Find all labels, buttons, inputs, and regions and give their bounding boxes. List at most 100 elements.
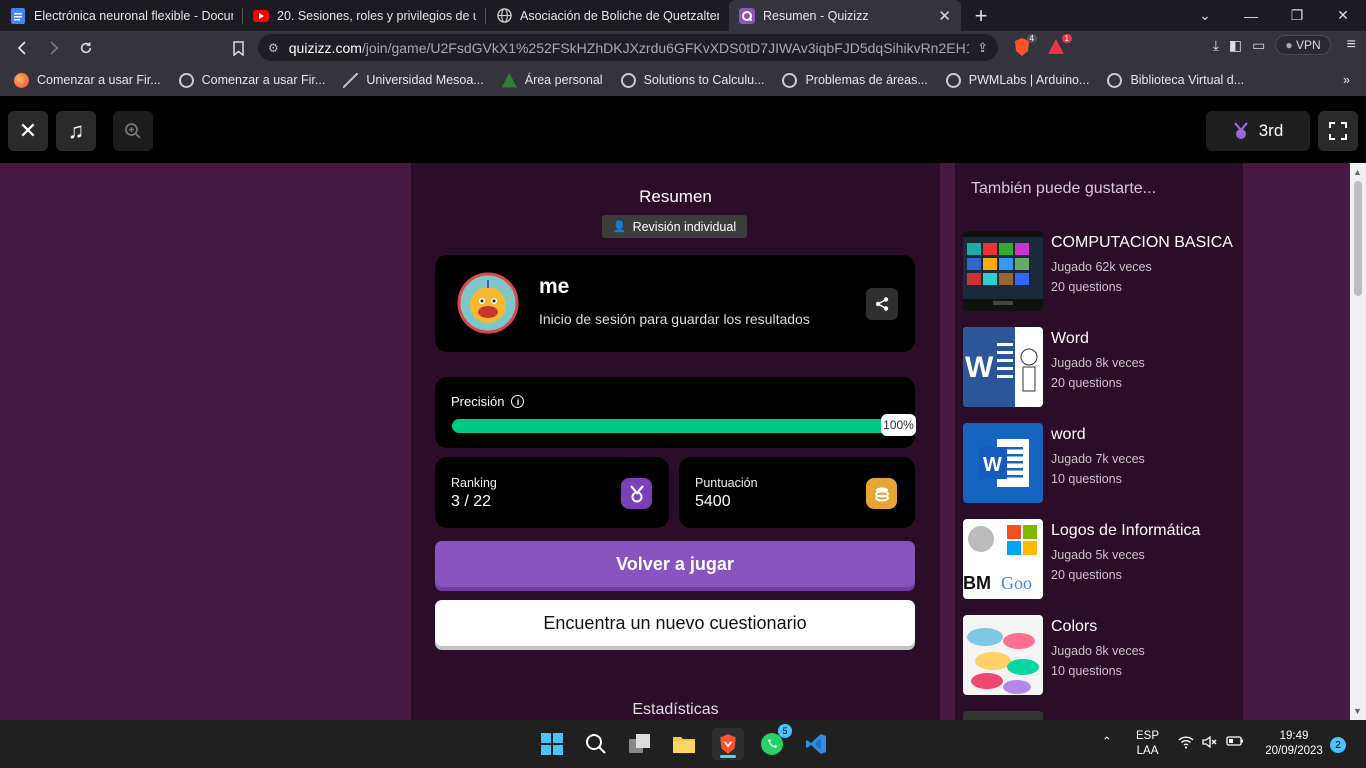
menu-icon[interactable]: ≡ bbox=[1347, 36, 1356, 54]
info-icon[interactable]: i bbox=[511, 395, 525, 408]
back-button[interactable] bbox=[6, 34, 38, 62]
task-view-icon bbox=[629, 734, 650, 753]
coins-icon bbox=[866, 478, 897, 509]
reload-button[interactable] bbox=[70, 34, 102, 62]
quiz-questions: 20 questions bbox=[1051, 376, 1122, 390]
bookmark-item[interactable]: Problemas de áreas... bbox=[782, 72, 928, 88]
recommendation-item[interactable]: BM Goo Logos de Informática Jugado 5k vec… bbox=[963, 519, 1238, 599]
close-tab-icon[interactable]: ✕ bbox=[938, 7, 951, 25]
bookmark-label: Universidad Mesoa... bbox=[366, 73, 484, 87]
bookmark-label: PWMLabs | Arduino... bbox=[968, 73, 1090, 87]
sidebar-icon[interactable]: ◧ bbox=[1229, 37, 1242, 54]
page-scrollbar[interactable]: ▲ ▼ bbox=[1350, 163, 1366, 720]
url-domain: quizizz.com bbox=[288, 39, 362, 56]
notification-badge[interactable]: 2 bbox=[1330, 737, 1346, 753]
bookmark-item[interactable]: Solutions to Calculu... bbox=[620, 72, 764, 88]
maximize-button[interactable]: ❐ bbox=[1274, 0, 1320, 31]
login-prompt[interactable]: Inicio de sesión para guardar los result… bbox=[539, 311, 810, 327]
fullscreen-button[interactable] bbox=[1318, 111, 1358, 151]
recommendation-item[interactable]: W word Jugado 7k veces 10 questions bbox=[963, 423, 1238, 503]
folder-icon bbox=[673, 737, 695, 753]
bookmark-page-button[interactable] bbox=[222, 34, 254, 62]
play-again-button[interactable]: Volver a jugar bbox=[435, 541, 915, 587]
recommendation-item[interactable]: W Word Jugado 8k veces 20 questions bbox=[963, 327, 1238, 407]
bookmark-item[interactable]: Biblioteca Virtual d... bbox=[1107, 72, 1244, 88]
browser-tab[interactable]: 20. Sesiones, roles y privilegios de usu bbox=[243, 0, 486, 31]
recommendation-item-partial[interactable] bbox=[963, 711, 1238, 720]
bookmark-item[interactable]: Comenzar a usar Fir... bbox=[178, 72, 325, 88]
quiz-plays: Jugado 8k veces bbox=[1051, 644, 1145, 658]
music-button[interactable]: ♫ bbox=[56, 111, 96, 151]
browser-tab[interactable]: Electrónica neuronal flexible - Docume bbox=[0, 0, 243, 31]
find-new-quiz-button[interactable]: Encuentra un nuevo cuestionario bbox=[435, 600, 915, 646]
recommendation-item[interactable]: COMPUTACION BASICA Jugado 62k veces 20 q… bbox=[963, 231, 1238, 311]
close-window-button[interactable]: ✕ bbox=[1320, 0, 1366, 31]
bookmark-icon bbox=[232, 40, 244, 56]
brave-taskbar-button[interactable] bbox=[712, 728, 744, 760]
svg-text:W: W bbox=[983, 454, 1002, 476]
bookmark-label: Área personal bbox=[524, 73, 603, 87]
search-button[interactable] bbox=[580, 728, 612, 760]
system-status-group[interactable] bbox=[1178, 735, 1244, 754]
downloads-icon[interactable]: ⤓ bbox=[1213, 37, 1219, 54]
recommendation-item[interactable]: Colors Jugado 8k veces 10 questions bbox=[963, 615, 1238, 695]
quiz-title: Logos de Informática bbox=[1051, 522, 1201, 539]
windows-logo-icon bbox=[541, 733, 563, 755]
rewards-badge: 1 bbox=[1061, 34, 1072, 43]
forward-button[interactable] bbox=[38, 34, 70, 62]
whatsapp-button[interactable]: 5 bbox=[756, 724, 792, 760]
speaker-muted-icon bbox=[1202, 735, 1218, 754]
browser-tab-active[interactable]: Resumen - Quizizz ✕ bbox=[729, 0, 961, 31]
share-url-icon[interactable]: ⇪ bbox=[977, 40, 988, 56]
quiz-thumbnail: W bbox=[963, 423, 1043, 503]
moodle-tree-icon bbox=[501, 72, 517, 88]
active-indicator bbox=[720, 755, 736, 758]
browser-tab[interactable]: Asociación de Boliche de Quetzaltenar bbox=[486, 0, 729, 31]
recommendations-panel: También puede gustarte... COMPUTACION BA… bbox=[955, 163, 1243, 720]
scrollbar-thumb[interactable] bbox=[1354, 181, 1362, 296]
tab-list-icon[interactable]: ⌄ bbox=[1182, 0, 1228, 31]
zoom-button[interactable] bbox=[113, 111, 153, 151]
tab-title: Resumen - Quizizz bbox=[763, 8, 869, 23]
clock[interactable]: 19:49 20/09/2023 bbox=[1258, 729, 1330, 759]
bookmark-item[interactable]: Comenzar a usar Fir... bbox=[14, 72, 161, 88]
vpn-label: VPN bbox=[1295, 38, 1321, 52]
bookmark-label: Problemas de áreas... bbox=[805, 73, 928, 87]
scroll-up-arrow-icon[interactable]: ▲ bbox=[1353, 167, 1362, 177]
scroll-down-arrow-icon[interactable]: ▼ bbox=[1353, 706, 1362, 716]
bookmark-item[interactable]: Universidad Mesoa... bbox=[343, 72, 484, 88]
globe-icon bbox=[496, 8, 512, 24]
statistics-heading: Estadísticas bbox=[632, 701, 719, 718]
file-explorer-button[interactable] bbox=[668, 728, 700, 760]
mode-badge: 👤 Revisión individual bbox=[602, 215, 747, 238]
brave-rewards-icon[interactable]: 1 bbox=[1047, 34, 1072, 56]
site-settings-icon[interactable]: ⚙ bbox=[268, 41, 279, 55]
bookmark-item[interactable]: PWMLabs | Arduino... bbox=[945, 72, 1090, 88]
exit-button[interactable]: ✕ bbox=[8, 111, 48, 151]
tray-overflow-icon[interactable]: ⌃ bbox=[1102, 735, 1112, 750]
new-tab-button[interactable]: + bbox=[961, 0, 1001, 31]
zoom-in-icon bbox=[125, 123, 141, 139]
wallet-icon[interactable]: ▭ bbox=[1252, 37, 1265, 54]
vpn-button[interactable]: ● VPN bbox=[1275, 35, 1331, 55]
whatsapp-badge: 5 bbox=[778, 724, 792, 738]
task-view-button[interactable] bbox=[624, 728, 656, 760]
brave-shields-icon[interactable]: 4 bbox=[1013, 34, 1037, 57]
bookmark-item[interactable]: Área personal bbox=[501, 72, 603, 88]
accuracy-label: Precisión bbox=[451, 394, 505, 409]
quizizz-icon bbox=[739, 7, 755, 24]
vscode-icon bbox=[806, 734, 826, 754]
medal-icon bbox=[621, 478, 652, 509]
vscode-button[interactable] bbox=[800, 728, 832, 760]
brave-shields-count: 4 bbox=[1026, 34, 1037, 43]
share-button[interactable] bbox=[866, 288, 898, 320]
windows-taskbar: 5 ⌃ ESP LAA 19:49 20/09/2023 bbox=[0, 720, 1366, 768]
address-bar[interactable]: ⚙ quizizz.com /join/game/U2FsdGVkX1%252F… bbox=[258, 34, 998, 61]
accuracy-heading: Precisión i bbox=[451, 394, 525, 409]
start-button[interactable] bbox=[536, 728, 568, 760]
language-indicator[interactable]: ESP LAA bbox=[1136, 729, 1159, 759]
bookmarks-overflow-button[interactable]: » bbox=[1343, 73, 1350, 87]
bookmarks-bar: Comenzar a usar Fir... Comenzar a usar F… bbox=[0, 64, 1366, 96]
minimize-button[interactable]: — bbox=[1228, 0, 1274, 31]
tab-title: 20. Sesiones, roles y privilegios de usu bbox=[277, 8, 476, 23]
